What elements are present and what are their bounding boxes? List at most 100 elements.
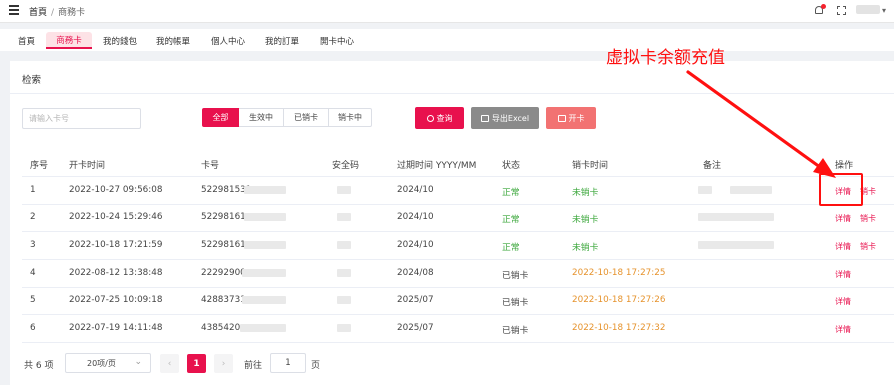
tab-wallet[interactable]: 我的錢包 [97,32,143,49]
breadcrumb: 首頁 / 商務卡 [29,5,85,18]
masked-remark [730,186,772,194]
breadcrumb-current: 商務卡 [58,8,86,18]
tab-orders[interactable]: 我的訂單 [258,32,306,49]
card-number-search-input[interactable] [22,108,141,129]
cell-expiry: 2024/10 [397,240,434,250]
chevron-down-icon[interactable]: ▾ [882,6,886,15]
cell-card-number: 52298161 [201,240,246,250]
tab-home[interactable]: 首頁 [9,32,44,49]
folder-plus-icon [557,114,566,122]
header-actions: 操作 [835,161,854,171]
header-index: 序号 [30,161,49,171]
row-divider [22,314,894,315]
cell-status: 已销卡 [502,271,529,281]
chevron-down-icon: ⌄ [134,357,142,367]
row-divider [22,287,894,288]
cell-card-number: 42883731 [201,295,246,305]
cell-index: 2 [30,212,36,222]
cell-status: 正常 [502,188,520,198]
prev-page-button[interactable]: ‹ [160,354,179,373]
cell-open-time: 2022-07-25 10:09:18 [69,295,163,305]
masked-security-code [337,269,351,277]
row-divider [22,204,894,205]
header-status: 状态 [502,161,521,171]
filter-active[interactable]: 生效中 [239,108,284,127]
open-card-button[interactable]: 开卡 [546,107,596,129]
folder-icon [480,114,489,122]
main-panel: 检索 全部 生效中 已销卡 销卡中 查询 导出Excel 开卡 序号 开卡时间 … [10,61,894,385]
cancel-card-link[interactable]: 销卡 [860,213,876,224]
cell-cancel-time: 未销卡 [572,215,599,225]
cell-expiry: 2024/08 [397,268,434,278]
detail-link[interactable]: 详情 [835,241,851,252]
breadcrumb-home[interactable]: 首頁 [29,8,47,18]
cell-index: 1 [30,185,36,195]
masked-remark [698,186,712,194]
masked-value [240,324,286,332]
cell-status: 正常 [502,243,520,253]
row-divider [22,231,894,232]
header-cancel-time: 销卡时间 [572,161,609,171]
filter-all[interactable]: 全部 [202,108,239,127]
masked-security-code [337,241,351,249]
filter-cancelling[interactable]: 销卡中 [329,108,372,127]
cell-card-number: 4385420 [201,323,241,333]
divider [10,93,894,94]
pagination-total: 共 6 项 [24,361,54,371]
tab-card-center[interactable]: 開卡中心 [313,32,361,49]
cell-card-number: 52298161 [201,212,246,222]
export-excel-button[interactable]: 导出Excel [471,107,539,129]
row-divider [22,342,894,343]
page-number-button[interactable]: 1 [187,354,206,373]
goto-page-input[interactable]: 1 [270,353,306,373]
header-remark: 备注 [703,161,722,171]
header-card-number: 卡号 [201,161,220,171]
user-avatar[interactable] [856,5,880,14]
cell-cancel-time: 2022-10-18 17:27:25 [572,268,666,278]
panel-title: 检索 [22,75,42,86]
cell-expiry: 2025/07 [397,323,434,333]
fullscreen-icon[interactable] [837,6,846,15]
bell-icon[interactable] [814,4,826,16]
detail-link[interactable]: 详情 [835,296,851,307]
cell-expiry: 2025/07 [397,295,434,305]
query-button-label: 查询 [436,113,453,123]
cell-index: 3 [30,240,36,250]
cell-expiry: 2024/10 [397,185,434,195]
header-expiry: 过期时间 YYYY/MM [397,161,477,171]
next-page-button[interactable]: › [214,354,233,373]
filter-cancelled[interactable]: 已销卡 [284,108,329,127]
top-bar: 首頁 / 商務卡 ▾ [0,0,894,23]
page-size-select[interactable]: 20项/页 ⌄ [65,353,151,373]
detail-link[interactable]: 详情 [835,213,851,224]
tab-business-card[interactable]: 商務卡 [46,32,92,49]
tab-profile[interactable]: 個人中心 [204,32,252,49]
query-button[interactable]: 查询 [415,107,464,129]
cell-index: 5 [30,295,36,305]
page-unit-label: 页 [311,361,321,371]
cell-card-number: 22292900 [201,268,246,278]
cell-open-time: 2022-10-24 15:29:46 [69,212,163,222]
cell-open-time: 2022-10-27 09:56:08 [69,185,163,195]
detail-link[interactable]: 详情 [835,269,851,280]
cell-status: 正常 [502,215,520,225]
breadcrumb-separator: / [51,8,55,18]
cell-open-time: 2022-10-18 17:21:59 [69,240,163,250]
detail-link[interactable]: 详情 [835,324,851,335]
cancel-card-link[interactable]: 销卡 [860,241,876,252]
annotation-highlight-box [819,173,863,206]
masked-value [244,186,286,194]
menu-toggle-icon[interactable] [9,5,19,15]
cell-cancel-time: 2022-10-18 17:27:32 [572,323,666,333]
cell-index: 6 [30,323,36,333]
header-open-time: 开卡时间 [69,161,106,171]
open-button-label: 开卡 [568,113,585,123]
tabs-bar: 首頁 商務卡 我的錢包 我的帳單 個人中心 我的訂單 開卡中心 [0,29,894,51]
cell-cancel-time: 未销卡 [572,243,599,253]
header-security-code: 安全码 [332,161,360,171]
row-divider [22,259,894,260]
masked-value [244,241,286,249]
cell-open-time: 2022-08-12 13:38:48 [69,268,163,278]
masked-security-code [337,186,351,194]
tab-bills[interactable]: 我的帳單 [150,32,196,49]
